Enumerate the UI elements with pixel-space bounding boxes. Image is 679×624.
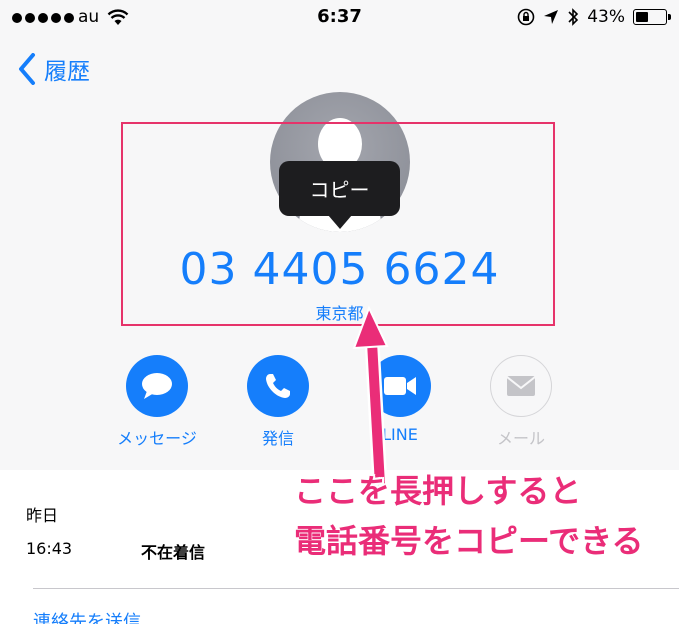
message-action-button[interactable]: メッセージ	[107, 355, 207, 449]
copy-tooltip[interactable]: コピー	[279, 161, 400, 229]
mail-icon	[506, 376, 536, 396]
call-history-time: 16:43	[26, 539, 73, 558]
annotation-text: ここを長押しすると 電話番号をコピーできる	[294, 466, 679, 566]
status-bar: au 6:37 43%	[0, 0, 679, 36]
divider	[33, 588, 679, 589]
phone-number[interactable]: 03 4405 6624	[0, 244, 679, 295]
mail-action-label: メール	[496, 429, 545, 448]
back-label: 履歴	[44, 59, 90, 85]
location-arrow-icon	[544, 10, 559, 24]
orientation-lock-icon	[517, 8, 535, 26]
line-action-button[interactable]: LINE	[350, 355, 450, 444]
back-button[interactable]: 履歴	[18, 52, 90, 86]
send-contact-link[interactable]: 連絡先を送信	[33, 608, 141, 624]
phone-number-label: 東京都	[315, 304, 364, 323]
call-action-label: 発信	[261, 429, 294, 448]
history-date-label: 昨日	[26, 506, 59, 525]
annotation-line-2: 電話番号をコピーできる	[294, 522, 644, 560]
mail-action-button[interactable]: メール	[471, 355, 571, 449]
call-action-button[interactable]: 発信	[228, 355, 328, 449]
message-bubble-icon	[142, 373, 172, 399]
bluetooth-icon	[568, 8, 579, 26]
battery-icon	[633, 9, 671, 25]
video-camera-icon	[384, 377, 416, 395]
message-action-label: メッセージ	[117, 429, 197, 448]
battery-percent: 43%	[587, 7, 625, 27]
annotation-line-1: ここを長押しすると	[294, 472, 582, 510]
line-action-label: LINE	[382, 425, 418, 444]
call-history-type: 不在着信	[141, 543, 206, 562]
chevron-left-icon	[19, 53, 35, 85]
phone-icon	[266, 374, 290, 398]
